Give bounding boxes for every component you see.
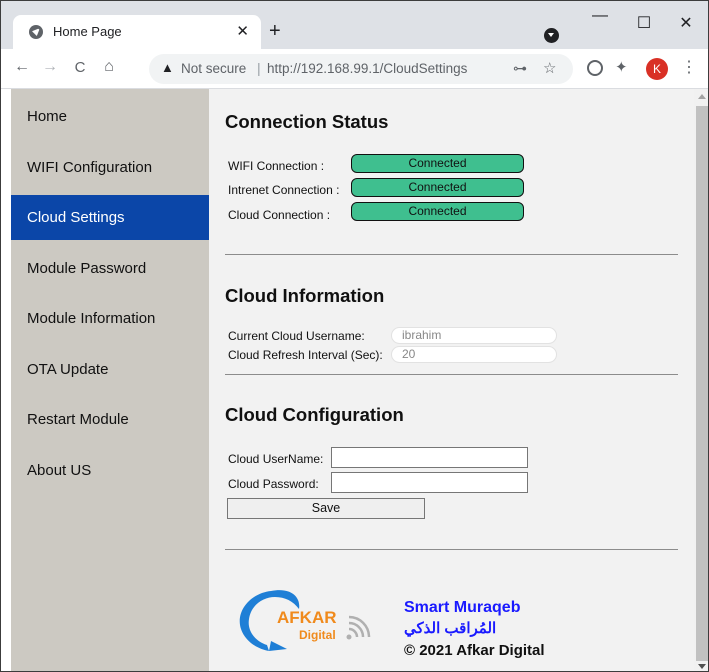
sidebar-item-about-us[interactable]: About US bbox=[11, 448, 209, 493]
logo-word: AFKAR bbox=[277, 608, 337, 627]
new-tab-icon[interactable]: + bbox=[269, 20, 281, 43]
page-scrollbar[interactable] bbox=[694, 89, 708, 671]
sidebar-nav: Home WIFI Configuration Cloud Settings M… bbox=[11, 89, 209, 671]
cloud-password-label: Cloud Password: bbox=[228, 477, 319, 491]
bookmark-star-icon[interactable]: ☆ bbox=[543, 59, 556, 77]
cloud-username-label: Cloud UserName: bbox=[228, 452, 324, 466]
browser-toolbar: ← → C ⌂ ▲ Not secure | http://192.168.99… bbox=[1, 49, 708, 89]
profile-avatar[interactable]: K bbox=[646, 58, 668, 80]
tab-close-icon[interactable]: ✕ bbox=[236, 22, 249, 40]
sidebar-item-ota-update[interactable]: OTA Update bbox=[11, 347, 209, 392]
copyright: © 2021 Afkar Digital bbox=[404, 642, 545, 659]
window-close-icon[interactable]: ✕ bbox=[676, 13, 696, 33]
url-text: http://192.168.99.1/CloudSettings bbox=[267, 61, 468, 76]
back-icon[interactable]: ← bbox=[13, 58, 31, 76]
wifi-connection-label: WIFI Connection : bbox=[228, 159, 325, 173]
reload-icon[interactable]: C bbox=[71, 59, 89, 76]
tab-title: Home Page bbox=[53, 24, 122, 39]
scroll-up-arrow-icon[interactable] bbox=[698, 94, 706, 99]
browser-window: Home Page ✕ + — ☐ ✕ ← → C ⌂ ▲ Not secure… bbox=[0, 0, 709, 672]
internet-connection-status: Connected bbox=[351, 178, 524, 197]
cloud-configuration-heading: Cloud Configuration bbox=[225, 404, 404, 425]
divider bbox=[225, 374, 678, 375]
forward-icon[interactable]: → bbox=[41, 58, 59, 76]
internet-connection-label: Intrenet Connection : bbox=[228, 183, 340, 197]
address-bar[interactable]: ▲ Not secure | http://192.168.99.1/Cloud… bbox=[149, 54, 573, 84]
logo-sub: Digital bbox=[299, 628, 336, 642]
scroll-thumb[interactable] bbox=[696, 106, 708, 661]
cloud-refresh-interval-label: Cloud Refresh Interval (Sec): bbox=[228, 348, 383, 362]
tab-strip: Home Page ✕ + — ☐ ✕ bbox=[1, 1, 708, 49]
tab-search-icon[interactable] bbox=[544, 28, 559, 43]
product-name-arabic: المُراقب الذكي bbox=[404, 620, 497, 637]
cloud-refresh-interval-value: 20 bbox=[391, 346, 557, 363]
extensions-puzzle-icon[interactable]: ✦ bbox=[615, 58, 631, 76]
product-name: Smart Muraqeb bbox=[404, 599, 521, 616]
home-icon[interactable]: ⌂ bbox=[100, 58, 118, 76]
warning-icon: ▲ bbox=[161, 60, 174, 75]
afkar-digital-logo: AFKAR Digital bbox=[239, 590, 371, 651]
globe-icon bbox=[29, 25, 43, 39]
main-content: Connection Status WIFI Connection : Conn… bbox=[209, 89, 694, 671]
cloud-connection-label: Cloud Connection : bbox=[228, 208, 331, 222]
divider bbox=[225, 549, 678, 550]
tab-home-page[interactable]: Home Page ✕ bbox=[13, 15, 261, 49]
save-button[interactable]: Save bbox=[227, 498, 425, 519]
wifi-connection-status: Connected bbox=[351, 154, 524, 173]
divider bbox=[225, 254, 678, 255]
cloud-username-input[interactable] bbox=[331, 447, 528, 468]
key-icon[interactable]: ⊶ bbox=[513, 60, 527, 77]
sidebar-item-home[interactable]: Home bbox=[11, 94, 209, 139]
extension-circle-icon[interactable] bbox=[587, 60, 603, 76]
cloud-connection-status: Connected bbox=[351, 202, 524, 221]
browser-menu-icon[interactable]: ⋮ bbox=[681, 57, 697, 77]
cloud-information-heading: Cloud Information bbox=[225, 285, 385, 306]
current-cloud-username-value: ibrahim bbox=[391, 327, 557, 344]
connection-status-heading: Connection Status bbox=[225, 111, 389, 132]
sidebar-item-module-password[interactable]: Module Password bbox=[11, 246, 209, 291]
sidebar-item-wifi-configuration[interactable]: WIFI Configuration bbox=[11, 145, 209, 190]
security-label: Not secure bbox=[181, 61, 247, 76]
current-cloud-username-label: Current Cloud Username: bbox=[228, 329, 365, 343]
cloud-password-input[interactable] bbox=[331, 472, 528, 493]
sidebar-item-cloud-settings[interactable]: Cloud Settings bbox=[11, 195, 209, 240]
sidebar-item-restart-module[interactable]: Restart Module bbox=[11, 397, 209, 442]
url-separator: | bbox=[257, 60, 261, 76]
sidebar-item-module-information[interactable]: Module Information bbox=[11, 296, 209, 341]
maximize-icon[interactable]: ☐ bbox=[634, 13, 654, 33]
minimize-icon[interactable]: — bbox=[590, 7, 610, 25]
scroll-down-arrow-icon[interactable] bbox=[698, 664, 706, 669]
